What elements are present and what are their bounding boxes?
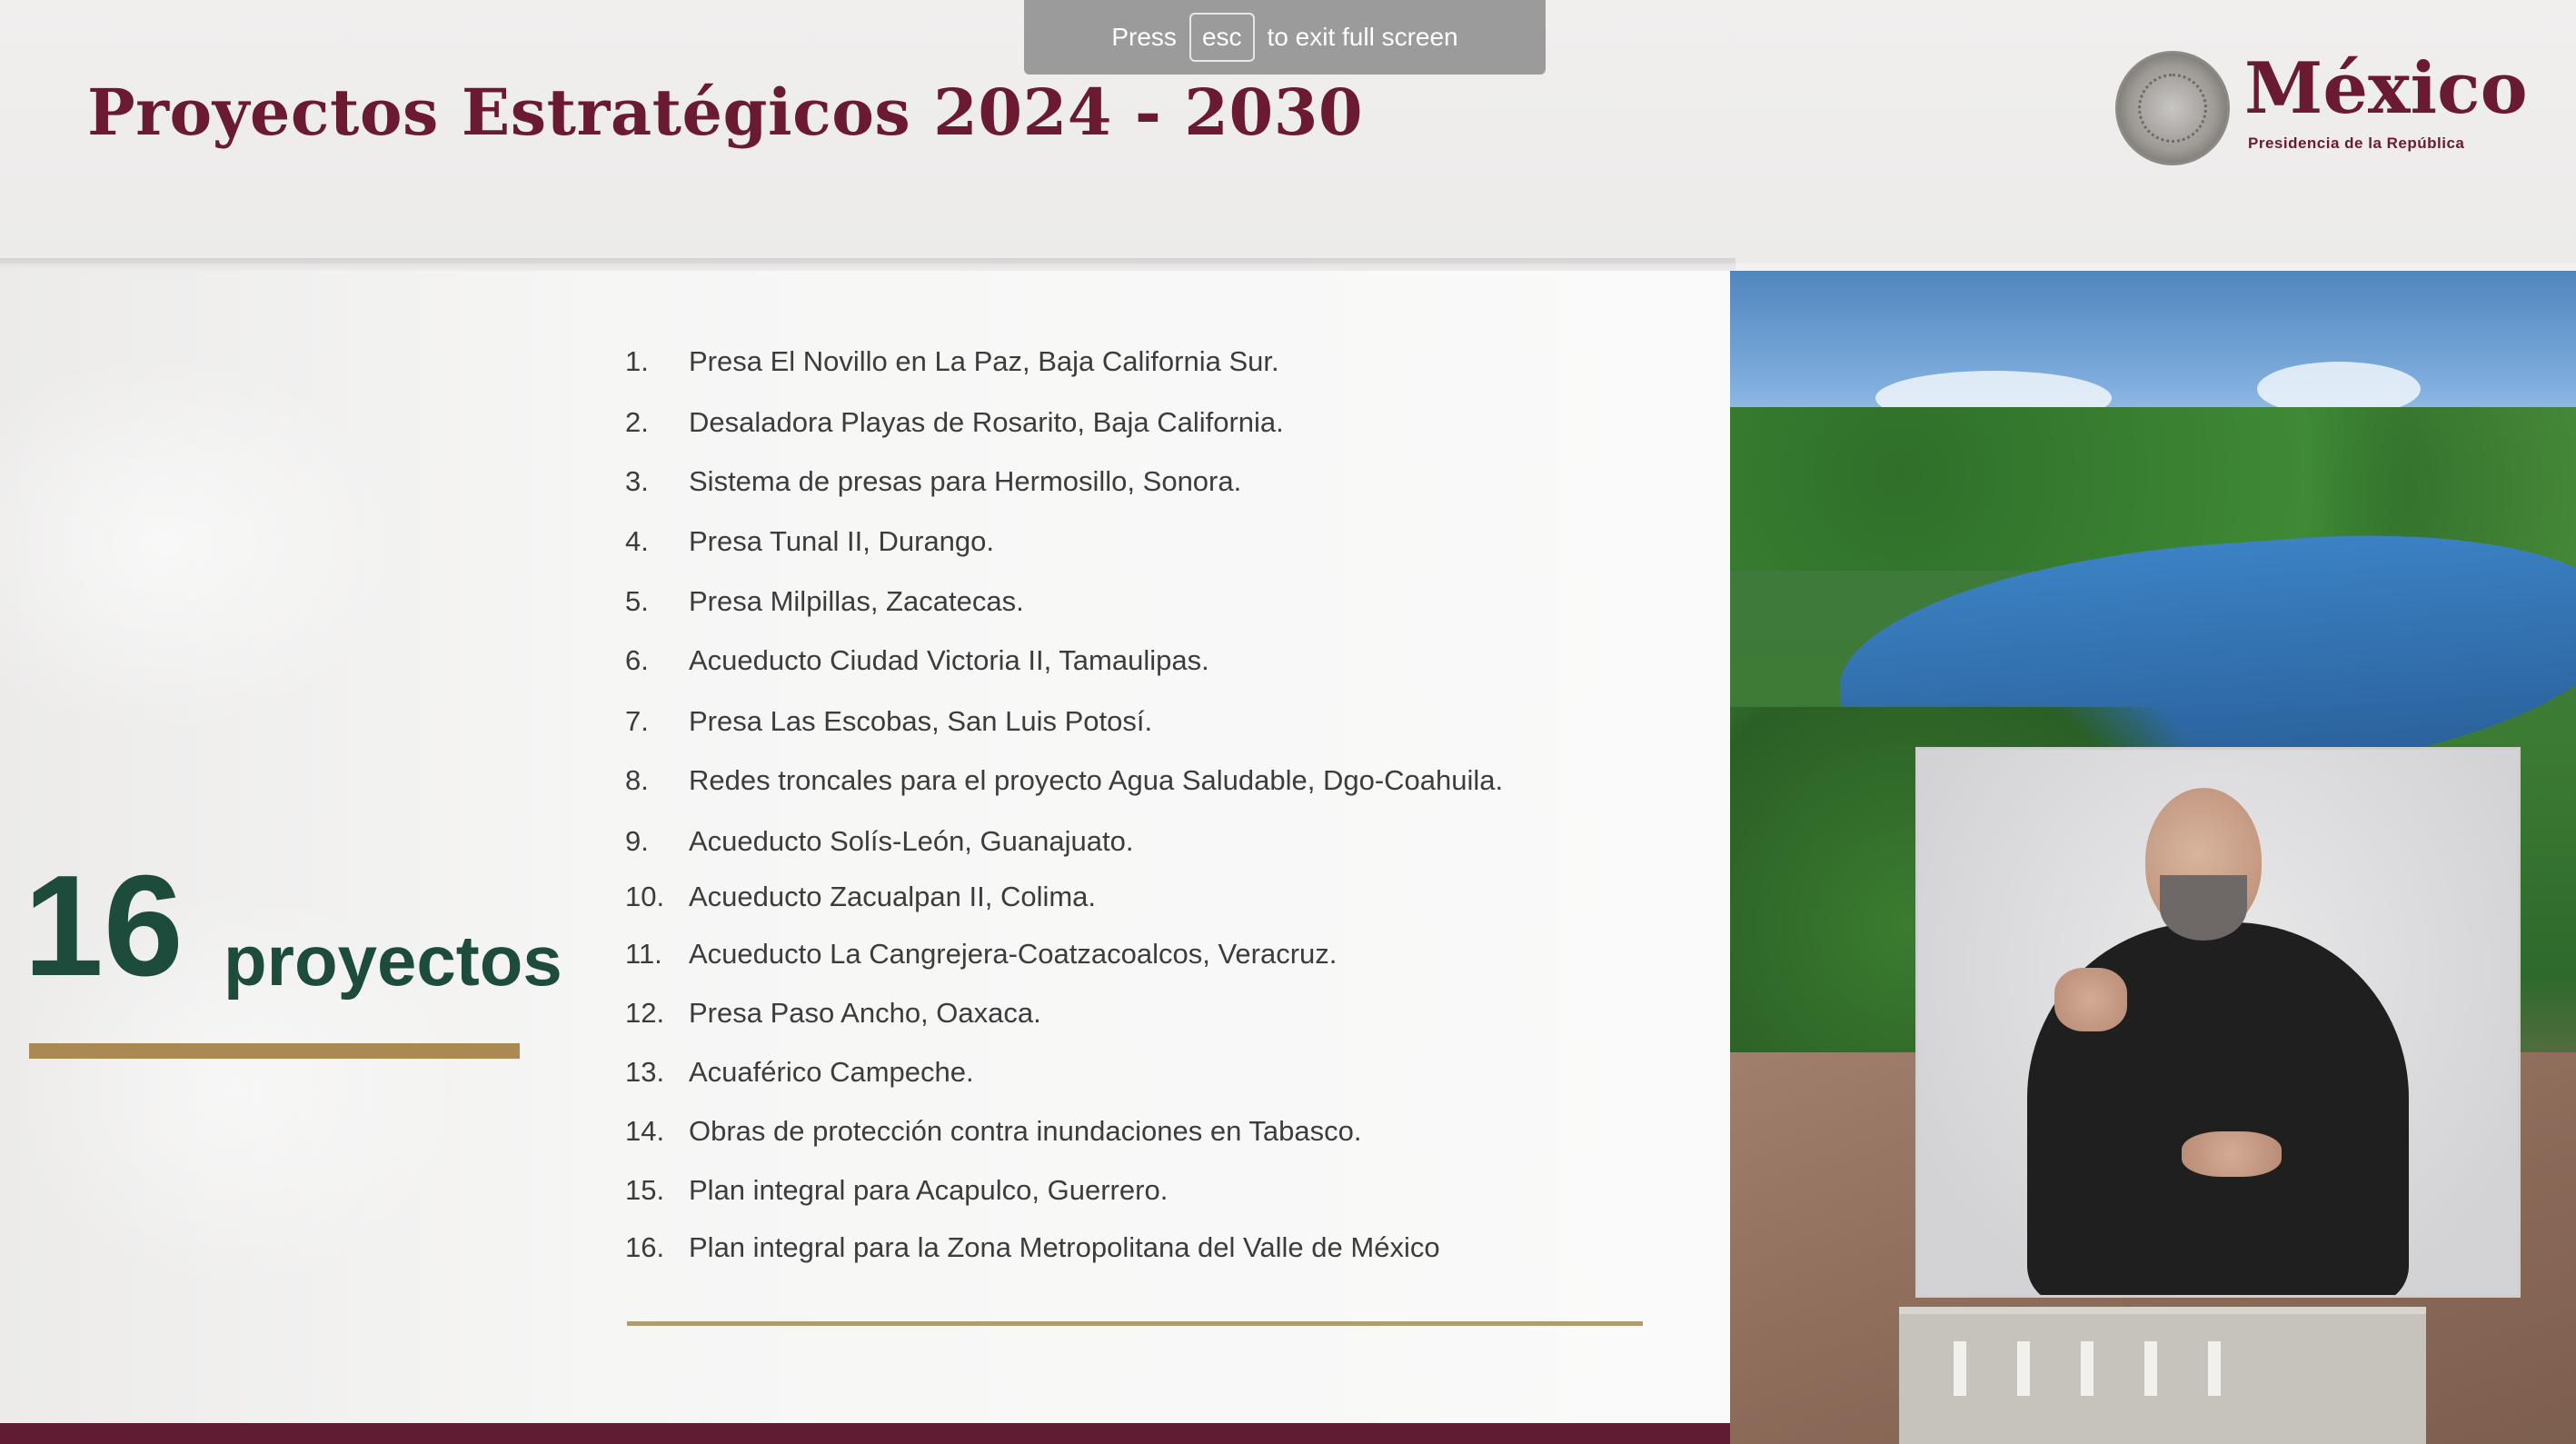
project-name: Sistema de presas para Hermosillo, Sonor… (689, 465, 1242, 497)
project-number: 13. (625, 1056, 665, 1088)
dam-structure (1899, 1307, 2426, 1444)
interpreter-hand (2054, 968, 2127, 1031)
project-number: 6. (625, 644, 649, 676)
project-name: Plan integral para Acapulco, Guerrero. (689, 1174, 1169, 1206)
project-number: 7. (625, 705, 649, 737)
project-number: 16. (625, 1231, 665, 1263)
project-number: 5. (625, 585, 649, 617)
project-name: Redes troncales para el proyecto Agua Sa… (689, 764, 1504, 796)
project-number: 14. (625, 1115, 665, 1147)
logo-wordmark: México (2244, 47, 2528, 130)
slide-title: Proyectos Estratégicos 2024 - 2030 (87, 75, 1364, 150)
project-name: Desaladora Playas de Rosarito, Baja Cali… (689, 406, 1284, 438)
project-name: Presa Milpillas, Zacatecas. (689, 585, 1024, 617)
project-count-number: 16 (24, 846, 184, 1006)
project-number: 2. (625, 406, 649, 438)
fullscreen-exit-notice: Press esc to exit full screen (1024, 0, 1546, 75)
project-number: 9. (625, 825, 649, 857)
project-number: 10. (625, 881, 665, 912)
notice-suffix: to exit full screen (1267, 23, 1458, 51)
project-number: 12. (625, 997, 665, 1029)
project-name: Acueducto Zacualpan II, Colima. (689, 881, 1097, 912)
project-number: 15. (625, 1174, 665, 1206)
project-number: 8. (625, 764, 649, 796)
project-name: Presa Paso Ancho, Oaxaca. (689, 997, 1041, 1029)
dam-gate (1954, 1341, 1966, 1396)
project-name: Presa Las Escobas, San Luis Potosí. (689, 705, 1153, 737)
project-number: 1. (625, 345, 649, 377)
project-name: Plan integral para la Zona Metropolitana… (689, 1231, 1440, 1263)
count-underline (29, 1043, 520, 1059)
esc-key-badge: esc (1189, 13, 1255, 62)
sign-language-interpreter-video (1915, 747, 2521, 1298)
project-name: Presa Tunal II, Durango. (689, 525, 995, 557)
national-seal-icon (2115, 51, 2230, 165)
interpreter-beard (2160, 875, 2247, 941)
project-name: Acuaférico Campeche. (689, 1056, 974, 1088)
project-name: Acueducto Solís-León, Guanajuato. (689, 825, 1134, 857)
dam-gate (2144, 1341, 2157, 1396)
notice-prefix: Press (1111, 23, 1177, 51)
project-name: Obras de protección contra inundaciones … (689, 1115, 1362, 1147)
project-count-label: proyectos (224, 921, 562, 1001)
slide-footer-strip (0, 1423, 1730, 1444)
project-number: 3. (625, 465, 649, 497)
interpreter-hand (2182, 1131, 2282, 1177)
list-underline (627, 1321, 1643, 1326)
project-name: Acueducto La Cangrejera-Coatzacoalcos, V… (689, 938, 1338, 970)
dam-gate (2017, 1341, 2030, 1396)
project-name: Acueducto Ciudad Victoria II, Tamaulipas… (689, 644, 1209, 676)
logo-subtitle: Presidencia de la República (2248, 134, 2465, 152)
project-number: 11. (625, 938, 662, 970)
dam-gate (2208, 1341, 2221, 1396)
mexico-government-logo: México Presidencia de la República (2115, 47, 2528, 174)
dam-gate (2081, 1341, 2094, 1396)
project-number: 4. (625, 525, 649, 557)
project-name: Presa El Novillo en La Paz, Baja Califor… (689, 345, 1279, 377)
